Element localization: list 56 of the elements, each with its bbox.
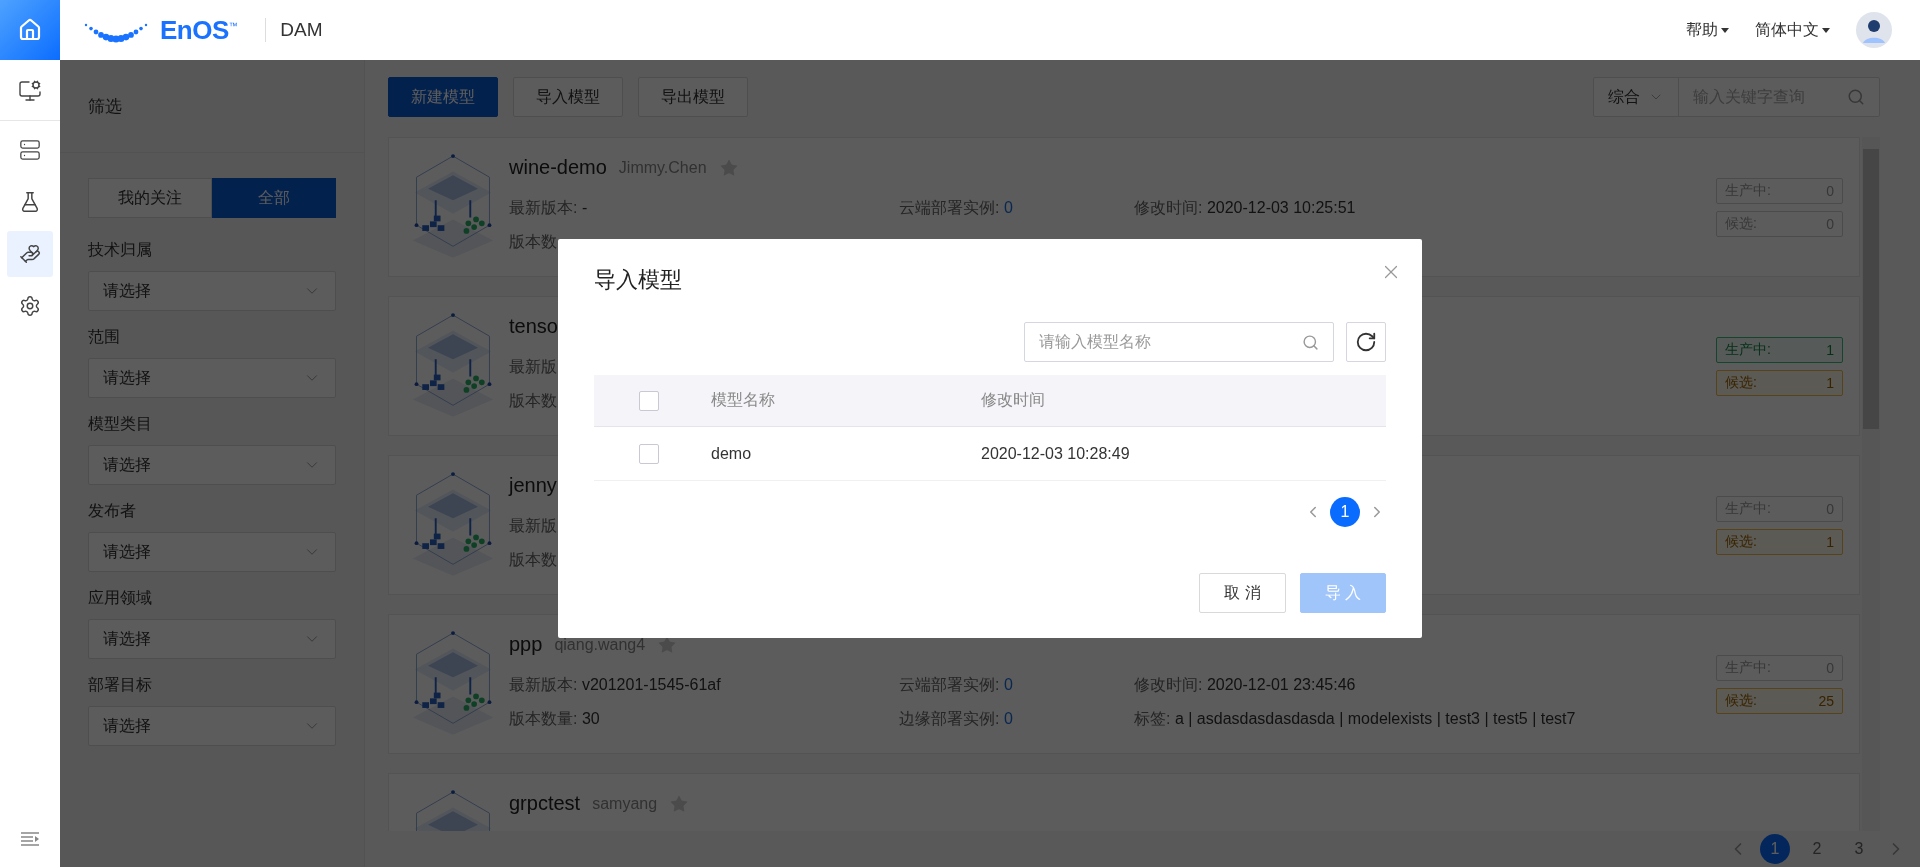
model-name[interactable]: tenso [509,315,558,338]
menu-dropdown[interactable]: 简体中文 [1755,19,1830,41]
model-name[interactable]: wine-demo [509,156,607,179]
model-name[interactable]: jenny [509,474,557,497]
flask-icon [19,191,41,213]
avatar-icon[interactable] [1856,12,1892,48]
model-name[interactable]: grpctest [509,792,581,815]
select-field[interactable]: 请选择 [88,445,336,485]
filter-toggle[interactable]: 我的关注 [88,178,212,218]
toolbar-button[interactable]: 导入模型 [513,77,623,117]
menu-dropdown[interactable]: 帮助 [1686,19,1729,41]
page-button[interactable]: 1 [1760,834,1790,864]
caret-icon [1721,27,1729,33]
field-label: 应用领域 [88,588,153,608]
filter-toggle[interactable]: 全部 [212,178,336,218]
home-button[interactable] [0,0,60,60]
app-name: DAM [280,19,323,41]
toolbar-button[interactable]: 新建模型 [388,77,498,117]
status-badge: 候选: 1 [1716,528,1843,555]
column-header: 模型名称 [710,390,776,410]
page-button[interactable]: 1 [1330,497,1360,527]
refresh-icon [1355,331,1377,353]
caret-icon [1822,27,1830,33]
search-field[interactable]: 请输入模型名称 [1024,322,1334,362]
model-name[interactable]: ppp [509,633,543,656]
checkbox[interactable] [639,390,659,411]
select-field[interactable]: 请选择 [88,532,336,572]
toolbar-button[interactable]: 导出模型 [638,77,748,117]
server-icon [19,139,41,161]
field-label: 发布者 [88,501,137,521]
field-label: 模型类目 [88,414,153,434]
collapse-menu-icon[interactable] [20,831,40,847]
field-label: 范围 [88,327,121,347]
table-cell-text: demo [710,444,753,463]
home-icon [18,18,42,42]
refresh-button[interactable] [1346,322,1386,362]
column-header: 修改时间 [980,390,1046,410]
filter-title: 筛选 [88,95,122,118]
status-badge: 候选: 1 [1716,369,1843,396]
field-label: 技术归属 [88,240,153,260]
settings-icon [19,295,41,317]
field-label: 部署目标 [88,675,153,695]
select-field[interactable]: 请选择 [88,706,336,746]
status-badge: 生产中: 1 [1716,336,1843,363]
table-cell-text: 2020-12-03 10:28:49 [980,444,1131,463]
logo-text: EnOS$^{™}$ [160,14,238,46]
select-field[interactable]: 请选择 [88,271,336,311]
select-field[interactable]: 请选择 [88,619,336,659]
status-badge: 候选: 25 [1716,687,1843,714]
hand-icon [19,243,41,265]
cancel-button[interactable]: 取 消 [1199,573,1286,613]
search-icon [1302,333,1319,351]
monitor-gear-icon [18,79,42,103]
nav-button[interactable] [7,231,53,277]
checkbox[interactable] [639,443,659,464]
select-field[interactable]: 请选择 [88,358,336,398]
